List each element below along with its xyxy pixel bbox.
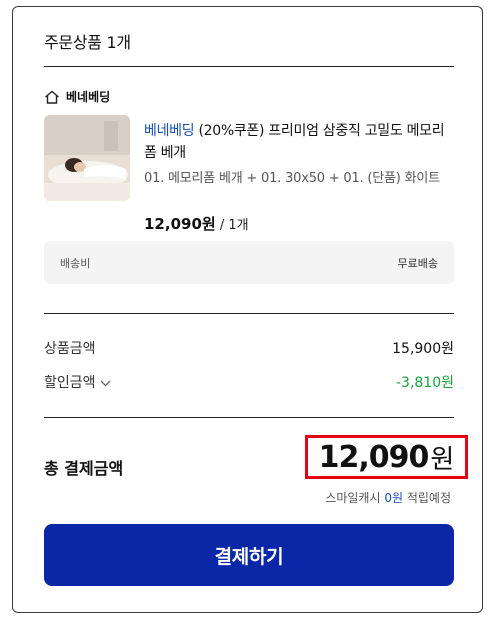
smile-cash-notice: 스마일캐시 0원 적립예정 [325, 489, 451, 506]
order-items-title: 주문상품 1개 [44, 33, 131, 52]
product-brand: 베네베딩 [144, 123, 195, 139]
product-option: 01. 메모리폼 베개 + 01. 30x50 + 01. (단품) 화이트 [144, 171, 440, 186]
seller-name: 베네베딩 [66, 90, 111, 104]
shipping-label: 배송비 [60, 256, 91, 270]
discount-toggle[interactable]: 할인금액 [44, 372, 111, 392]
product-amount-row: 상품금액 15,900원 [44, 338, 454, 358]
shipping-value: 무료배송 [397, 256, 438, 270]
total-payment-label: 총 결제금액 [44, 459, 124, 478]
total-amount-unit: 원 [430, 444, 455, 475]
product-amount-label: 상품금액 [44, 341, 96, 357]
total-amount-number: 12,090 [318, 439, 430, 475]
seller-link[interactable]: 베네베딩 [44, 88, 110, 105]
product-thumbnail[interactable] [44, 115, 130, 201]
home-icon [44, 90, 60, 104]
discount-amount-label: 할인금액 [44, 375, 96, 391]
divider [44, 417, 454, 418]
cash-prefix: 스마일캐시 [325, 491, 385, 505]
total-payment-amount: 12,090 원 [305, 435, 468, 479]
product-name-link[interactable]: 베네베딩 (20%쿠폰) 프리미엄 삼중직 고밀도 메모리폼 베개 [144, 120, 456, 164]
cash-amount: 0원 [384, 491, 404, 505]
pay-button[interactable]: 결제하기 [44, 524, 454, 586]
divider [44, 66, 454, 67]
chevron-down-icon [100, 375, 111, 391]
discount-amount-row: 할인금액 -3,810원 [44, 372, 454, 392]
discount-amount-value: -3,810원 [395, 375, 454, 391]
product-quantity: / 1개 [215, 218, 249, 233]
shipping-fee-box: 배송비 무료배송 [44, 241, 454, 284]
product-price-line: 12,090원 / 1개 [144, 213, 249, 234]
order-summary-card: 주문상품 1개 베네베딩 베네베딩 (20%쿠폰) 프리미엄 삼중직 고밀도 메… [12, 6, 483, 613]
product-amount-value: 15,900원 [392, 341, 454, 357]
cash-suffix: 적립예정 [403, 491, 451, 505]
product-price: 12,090원 [144, 215, 216, 233]
divider [44, 313, 454, 314]
